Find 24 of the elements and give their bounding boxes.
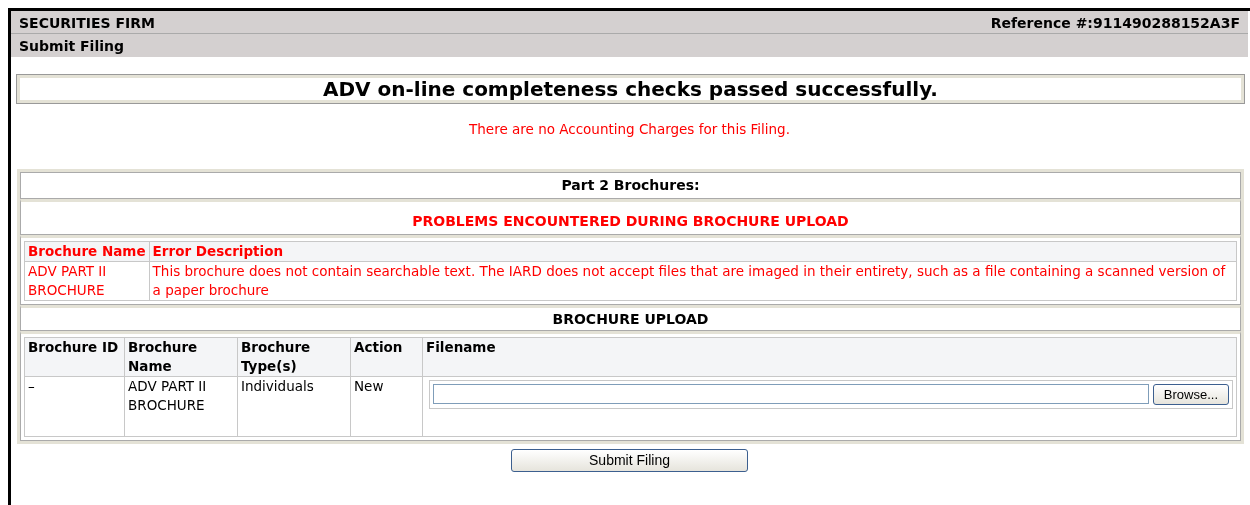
reference-number: Reference #:911490288152A3F <box>990 14 1240 31</box>
column-header: Action <box>350 337 423 377</box>
error-heading: PROBLEMS ENCOUNTERED DURING BROCHURE UPLOAD <box>412 212 849 231</box>
table-cell: New <box>350 376 423 437</box>
file-input[interactable] <box>433 384 1149 404</box>
section-title: BROCHURE UPLOAD <box>552 311 709 327</box>
column-header: Error Description <box>149 241 1237 262</box>
table-cell: This brochure does not contain searchable text. The IARD does not accept files that are imaged in their entirety, such as a file containing a scanned version of a paper brochure <box>149 261 1237 301</box>
table-cell: ADV PART II BROCHURE <box>24 261 150 301</box>
submit-button[interactable]: Submit Filing <box>511 449 748 472</box>
table-cell: Individuals <box>237 376 351 437</box>
firm-name: SECURITIES FIRM <box>19 14 156 31</box>
section-title: Part 2 Brochures: <box>561 177 700 193</box>
accounting-note: There are no Accounting Charges for this Filing. <box>469 121 790 137</box>
page-title: Submit Filing <box>19 38 124 54</box>
column-header: Filename <box>422 337 1237 377</box>
status-title: ADV on-line completeness checks passed successfully. <box>17 75 1244 103</box>
column-header: Brochure Name <box>124 337 238 377</box>
column-header: Brochure ID <box>24 337 125 377</box>
table-cell: – <box>24 376 125 437</box>
column-header: Brochure Name <box>24 241 150 262</box>
column-header: Brochure Type(s) <box>237 337 351 377</box>
browse-button[interactable]: Browse... <box>1152 384 1229 405</box>
table-cell: ADV PART II BROCHURE <box>124 376 238 437</box>
